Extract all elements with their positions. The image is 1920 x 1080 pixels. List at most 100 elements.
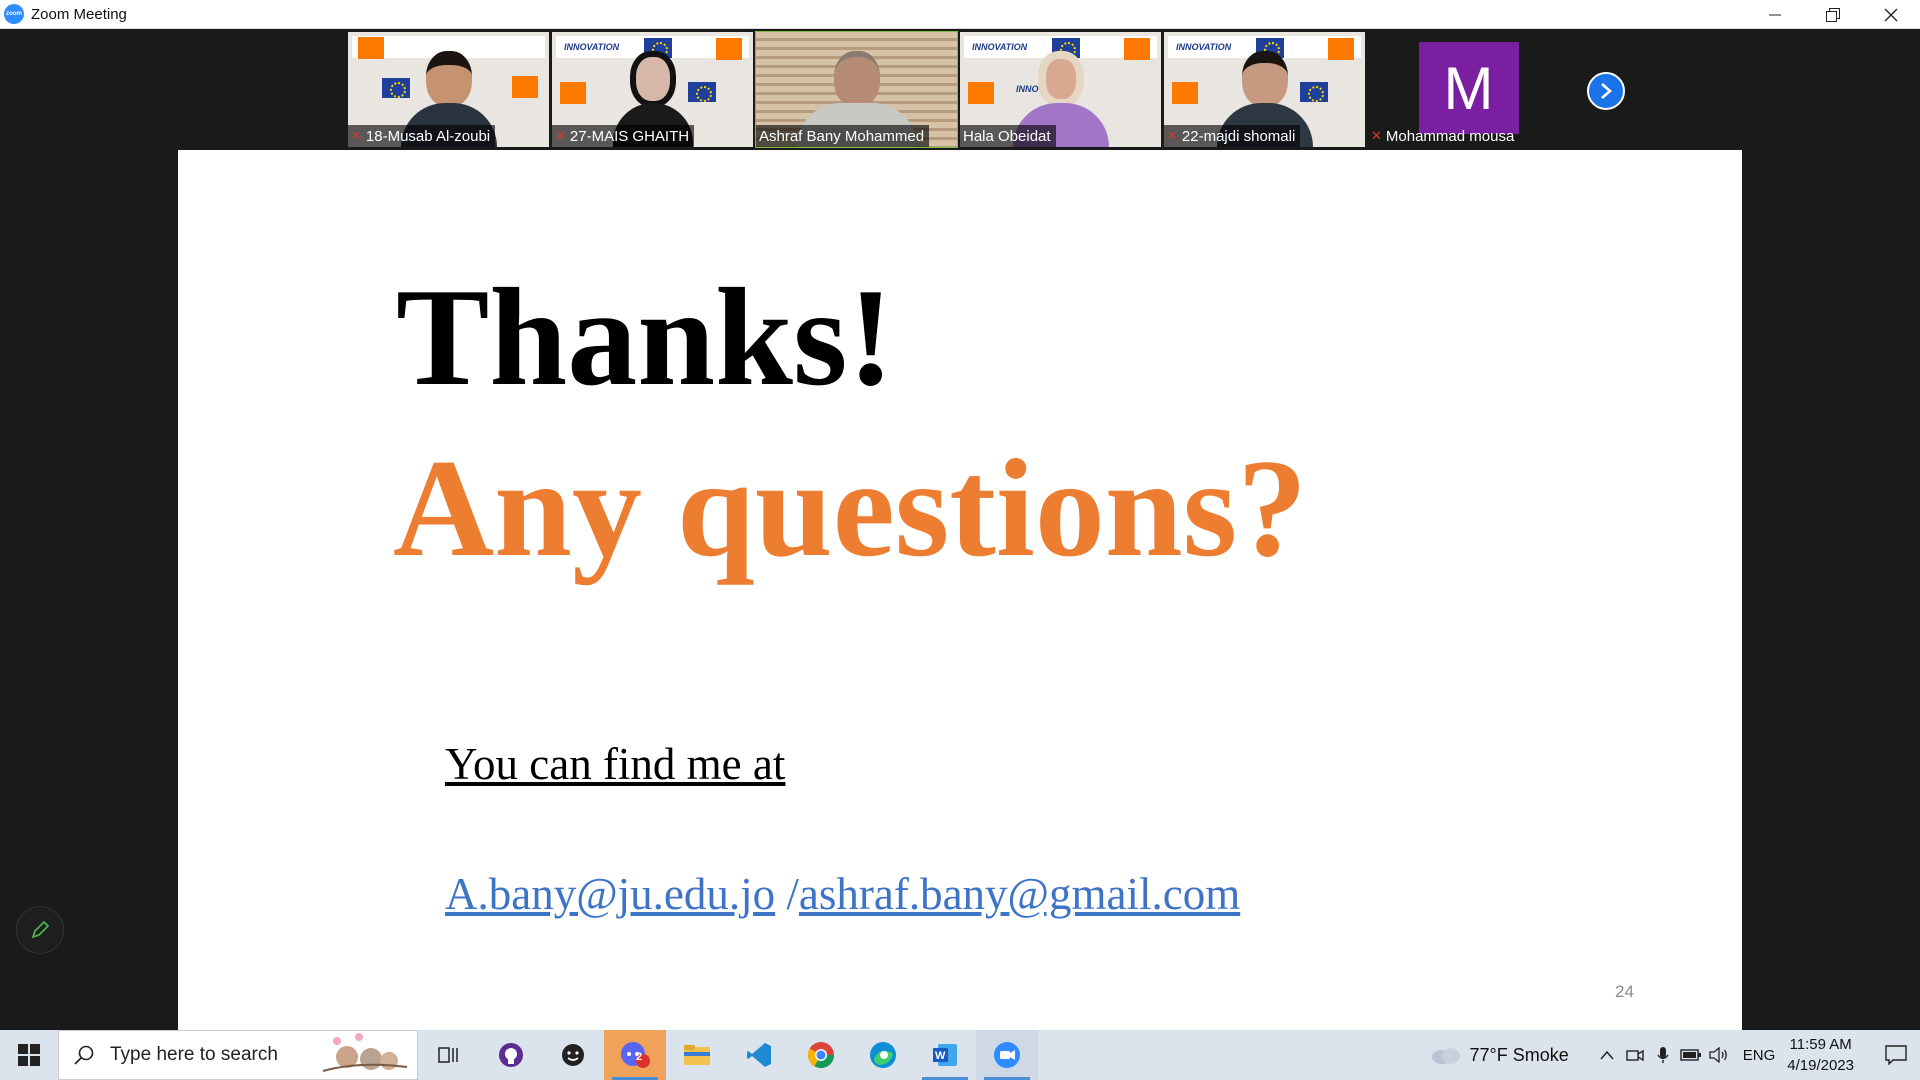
participant-name-bar: ✕ Mohammad mousa — [1368, 125, 1519, 147]
participant-tile-active-speaker[interactable]: Ashraf Bany Mohammed — [755, 31, 958, 148]
minimize-icon — [1769, 14, 1781, 15]
close-icon — [1884, 8, 1898, 21]
participant-name: 27-MAIS GHAITH — [569, 127, 690, 145]
brand-block — [512, 76, 538, 98]
task-view-button[interactable] — [418, 1030, 480, 1080]
battery-tray-button[interactable] — [1677, 1030, 1705, 1080]
microphone-icon — [1657, 1047, 1669, 1063]
participant-tile[interactable]: INNOVATION INNOVATION Hala Obeidat — [960, 32, 1161, 147]
discord-button[interactable]: 2 — [604, 1030, 666, 1080]
show-hidden-icons-button[interactable] — [1593, 1030, 1621, 1080]
slide-page-number: 24 — [1615, 982, 1634, 1001]
email-link-secondary[interactable]: ashraf.bany@gmail.com — [799, 869, 1240, 919]
taskbar-clock[interactable]: 11:59 AM 4/19/2023 — [1787, 1034, 1854, 1076]
emoji-icon — [562, 1044, 584, 1066]
weather-widget[interactable]: 77°F Smoke — [1430, 1044, 1569, 1066]
camera-tray-button[interactable] — [1621, 1030, 1649, 1080]
meeting-view: ✕ 18-Musab Al-zoubi INNOVATION ✕ 27-MAIS… — [0, 29, 1920, 1030]
zoom-icon — [994, 1042, 1020, 1068]
notifications-button[interactable] — [1872, 1030, 1920, 1080]
github-button[interactable] — [480, 1030, 542, 1080]
participant-tile[interactable]: M ✕ Mohammad mousa — [1368, 32, 1569, 147]
participant-name-bar: Hala Obeidat — [960, 125, 1056, 147]
vscode-icon — [747, 1043, 771, 1067]
microphone-tray-button[interactable] — [1649, 1030, 1677, 1080]
brand-block — [1172, 82, 1198, 104]
task-view-icon — [438, 1047, 458, 1063]
brand-block — [716, 38, 742, 60]
email-link-primary[interactable]: A.bany@ju.edu.jo — [445, 869, 775, 919]
email-separator: / — [775, 869, 799, 919]
zoom-app-icon: zoom — [4, 4, 24, 24]
svg-text:W: W — [935, 1050, 946, 1062]
find-me-text: You can find me at — [445, 739, 786, 789]
clock-time: 11:59 AM — [1789, 1036, 1852, 1053]
window-title-bar: zoom Zoom Meeting — [0, 0, 1920, 29]
participant-name-bar: ✕ 22-majdi shomali — [1164, 125, 1301, 147]
github-icon — [499, 1043, 523, 1067]
battery-icon — [1680, 1049, 1701, 1061]
contact-emails: A.bany@ju.edu.jo /ashraf.bany@gmail.com — [445, 868, 1240, 920]
vscode-button[interactable] — [728, 1030, 790, 1080]
chevron-up-icon — [1600, 1050, 1614, 1060]
innovation-logo: INNOVATION — [564, 42, 620, 52]
participant-tile[interactable]: ✕ 18-Musab Al-zoubi — [348, 32, 549, 147]
search-icon — [74, 1045, 94, 1065]
participant-tile[interactable]: INNOVATION ✕ 22-majdi shomali — [1164, 32, 1365, 147]
input-language[interactable]: ENG — [1743, 1047, 1776, 1064]
camera-icon — [1626, 1049, 1644, 1062]
participant-name: Mohammad mousa — [1385, 127, 1515, 145]
pencil-icon — [31, 920, 50, 939]
window-controls — [1746, 0, 1920, 29]
slide-subtitle: Any questions? — [393, 431, 1308, 586]
start-button[interactable] — [0, 1030, 58, 1080]
chevron-right-icon — [1601, 83, 1612, 99]
brand-block — [1124, 38, 1150, 60]
mic-muted-icon: ✕ — [555, 128, 566, 143]
word-button[interactable]: W — [914, 1030, 976, 1080]
clock-date: 4/19/2023 — [1787, 1057, 1854, 1074]
volume-icon — [1709, 1047, 1727, 1063]
brand-block — [560, 82, 586, 104]
mic-muted-icon: ✕ — [351, 128, 362, 143]
file-explorer-button[interactable] — [666, 1030, 728, 1080]
mic-muted-icon: ✕ — [1167, 128, 1178, 143]
participant-name: 18-Musab Al-zoubi — [365, 127, 491, 145]
shared-slide: Thanks! Any questions? You can find me a… — [178, 150, 1742, 1030]
participant-name: Hala Obeidat — [963, 127, 1051, 145]
volume-tray-button[interactable] — [1705, 1030, 1733, 1080]
emoji-button[interactable] — [542, 1030, 604, 1080]
notification-center-icon — [1885, 1045, 1907, 1065]
participant-name-bar: Ashraf Bany Mohammed — [756, 125, 930, 147]
zoom-button[interactable] — [976, 1030, 1038, 1080]
restore-button[interactable] — [1804, 0, 1862, 29]
next-page-button[interactable] — [1587, 72, 1625, 110]
participant-tile[interactable]: INNOVATION ✕ 27-MAIS GHAITH — [552, 32, 753, 147]
windows-logo-icon — [18, 1044, 40, 1066]
discord-icon — [621, 1042, 650, 1068]
minimize-button[interactable] — [1746, 0, 1804, 29]
participant-gallery: ✕ 18-Musab Al-zoubi INNOVATION ✕ 27-MAIS… — [348, 31, 1569, 149]
avatar: M — [1418, 42, 1519, 134]
brand-block — [1328, 38, 1354, 60]
slide-title: Thanks! — [396, 260, 895, 415]
participant-name: Ashraf Bany Mohammed — [759, 127, 925, 145]
word-icon: W — [933, 1044, 957, 1066]
edge-icon — [870, 1042, 896, 1068]
cloud-icon — [1431, 1048, 1460, 1064]
annotate-button[interactable] — [16, 906, 64, 954]
notification-badge: 2 — [636, 1051, 643, 1063]
windows-taskbar: Type here to search 2 W 77°F Smoke ENG 1… — [0, 1030, 1920, 1080]
close-button[interactable] — [1862, 0, 1920, 29]
brand-block — [358, 37, 384, 59]
taskbar-search-box[interactable]: Type here to search — [58, 1030, 418, 1080]
participant-name-bar: ✕ 18-Musab Al-zoubi — [348, 125, 496, 147]
search-highlight-icon — [319, 1031, 409, 1080]
participant-name-bar: ✕ 27-MAIS GHAITH — [552, 125, 695, 147]
chrome-button[interactable] — [790, 1030, 852, 1080]
window-title: Zoom Meeting — [31, 5, 127, 23]
system-tray: 77°F Smoke ENG 11:59 AM 4/19/2023 — [1430, 1030, 1920, 1080]
mic-muted-icon: ✕ — [1371, 128, 1382, 143]
weather-text: 77°F Smoke — [1469, 1044, 1569, 1065]
edge-button[interactable] — [852, 1030, 914, 1080]
